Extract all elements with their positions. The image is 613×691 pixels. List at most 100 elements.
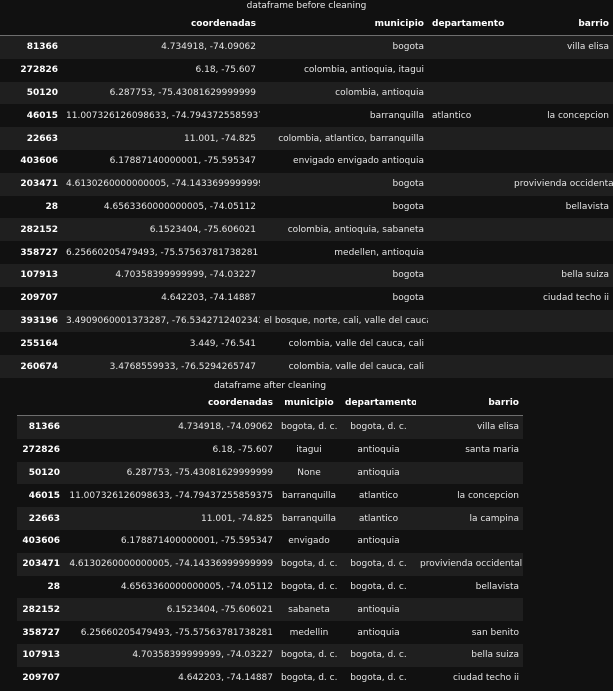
table-row: 403606 6.178871400000001, -75.595347 envig… <box>17 529 523 553</box>
cell-barrio: la concepcion <box>547 110 609 121</box>
row-index: 282152 <box>20 224 58 235</box>
cell-barrio <box>510 355 613 378</box>
cell-departamento <box>428 332 510 355</box>
cell-coordenadas: 3.4909060001373287, -76.53427124023438 <box>66 315 260 326</box>
table-row: 209707 4.642203, -74.14887 bogota ciudad te… <box>0 286 613 310</box>
row-index: 358727 <box>20 247 58 258</box>
table-row: 107913 4.70358399999999, -74.03227 bogota b… <box>0 263 613 287</box>
row-index: 28 <box>45 201 58 212</box>
table-row: 46015 11.007326126098633, -74.79437255859… <box>17 484 523 508</box>
cell-departamento <box>428 287 510 310</box>
cell-barrio: santa maria <box>465 445 519 456</box>
cell-barrio: villa elisa <box>477 422 519 433</box>
row-index: 107913 <box>20 270 58 281</box>
before-col-departamento: departamento <box>428 12 510 36</box>
after-table: coordenadas municipio departamento barri… <box>17 391 523 690</box>
cell-departamento <box>428 241 510 264</box>
cell-barrio: ciudad techo ii <box>452 673 519 684</box>
cell-municipio: bogota <box>392 42 424 53</box>
cell-municipio: bogota, d. c. <box>281 422 338 433</box>
cell-municipio: envigado <box>288 536 330 547</box>
cell-departamento <box>428 150 510 173</box>
cell-municipio: bogota, d. c. <box>281 581 338 592</box>
cell-coordenadas: 6.287753, -75.43081629999999 <box>109 87 256 98</box>
cell-departamento: bogota, d. c. <box>350 422 407 433</box>
cell-municipio: bogota, d. c. <box>281 559 338 570</box>
after-col-barrio: barrio <box>416 391 523 416</box>
table-row: 22663 11.001, -74.825 colombia, atlantico,… <box>0 127 613 150</box>
cell-barrio: bellavista <box>565 201 609 212</box>
after-section: dataframe after cleaning coordenadas mun… <box>0 380 613 690</box>
row-index: 282152 <box>22 604 60 615</box>
after-index-header <box>17 391 64 416</box>
cell-departamento: atlantico <box>432 110 472 121</box>
cell-municipio: barranquilla <box>281 513 337 524</box>
cell-departamento <box>428 36 510 59</box>
cell-coordenadas: 6.178871400000001, -75.595347 <box>120 536 273 547</box>
cell-barrio: villa elisa <box>567 42 609 53</box>
cell-departamento <box>428 218 510 241</box>
cell-municipio: sabaneta <box>288 604 330 615</box>
table-row: 22663 11.001, -74.825 barranquilla atlantic… <box>17 507 523 530</box>
before-table-body: 81366 4.734918, -74.09062 bogota villa elis… <box>0 35 613 378</box>
row-index: 28 <box>47 581 60 592</box>
cell-barrio <box>510 82 613 105</box>
table-row: 358727 6.25660205479493, -75.575637817382… <box>0 241 613 264</box>
cell-municipio: colombia, antioquia, itagui <box>303 65 424 76</box>
cell-municipio: envigado envigado antioquia <box>293 156 424 167</box>
row-index: 272826 <box>22 445 60 456</box>
cell-coordenadas: 4.70358399999999, -74.03227 <box>115 270 256 281</box>
table-row: 107913 4.70358399999999, -74.03227 bogota,… <box>17 643 523 667</box>
row-index: 81366 <box>26 42 58 53</box>
before-caption: dataframe before cleaning <box>246 1 367 11</box>
after-caption: dataframe after cleaning <box>213 380 327 391</box>
row-index: 272826 <box>20 65 58 76</box>
cell-coordenadas: 6.18, -75.607 <box>195 65 257 76</box>
cell-departamento: atlantico <box>358 490 399 501</box>
cell-coordenadas: 4.734918, -74.09062 <box>161 42 256 53</box>
before-section: dataframe before cleaning coordenadas mu… <box>0 0 613 378</box>
table-row: 209707 4.642203, -74.14887 bogota, d. c. bo… <box>17 666 523 690</box>
before-header-row: coordenadas municipio departamento barri… <box>0 12 613 36</box>
cell-barrio: provivienda occidental <box>514 179 613 190</box>
cell-departamento <box>428 59 510 82</box>
cell-municipio: bogota, d. c. <box>281 650 338 661</box>
cell-barrio <box>510 241 613 264</box>
cell-departamento <box>428 127 510 150</box>
cell-departamento <box>428 355 510 378</box>
before-index-header <box>0 12 62 36</box>
cell-coordenadas: 4.6130260000000005, -74.14336999999999 <box>69 559 273 570</box>
cell-municipio: medellin <box>289 627 329 638</box>
table-row: 203471 4.6130260000000005, -74.1433699999… <box>0 172 613 196</box>
table-row: 203471 4.6130260000000005, -74.1433699999… <box>17 552 523 576</box>
cell-coordenadas: 4.70358399999999, -74.03227 <box>132 650 273 661</box>
row-index: 393196 <box>20 315 58 326</box>
before-col-coordenadas: coordenadas <box>62 12 260 36</box>
cell-coordenadas: 6.287753, -75.43081629999999 <box>126 467 273 478</box>
cell-municipio: colombia, antioquia <box>335 87 424 98</box>
table-row: 255164 3.449, -76.541 colombia, valle del … <box>0 332 613 356</box>
cell-municipio: el bosque, norte, cali, valle del cauca <box>264 315 428 326</box>
after-col-departamento: departamento <box>341 391 416 416</box>
cell-coordenadas: 4.734918, -74.09062 <box>178 422 273 433</box>
table-row: 403606 6.17887140000001, -75.595347 enviga… <box>0 149 613 173</box>
cell-departamento: antioquia <box>357 536 400 547</box>
row-index: 46015 <box>28 490 60 501</box>
table-row: 46015 11.007326126098633, -74.79437255859… <box>0 104 613 128</box>
table-row: 28 4.6563360000000005, -74.05112 bogota bel… <box>0 195 613 219</box>
cell-departamento <box>428 82 510 105</box>
cell-coordenadas: 4.642203, -74.14887 <box>161 293 256 304</box>
row-index: 203471 <box>22 559 60 570</box>
cell-barrio: la concepcion <box>457 490 519 501</box>
cell-municipio: bogota <box>392 270 424 281</box>
table-row: 50120 6.287753, -75.43081629999999 None ant… <box>17 461 523 485</box>
cell-coordenadas: 6.18, -75.607 <box>212 445 274 456</box>
row-index: 22663 <box>28 513 60 524</box>
cell-municipio: colombia, valle del cauca, cali <box>288 338 424 349</box>
cell-departamento: antioquia <box>357 467 400 478</box>
cell-barrio <box>510 332 613 355</box>
cell-barrio: bella suiza <box>471 650 519 661</box>
cell-coordenadas: 6.1523404, -75.606021 <box>149 224 256 235</box>
cell-barrio <box>416 462 523 485</box>
row-index: 403606 <box>20 156 58 167</box>
